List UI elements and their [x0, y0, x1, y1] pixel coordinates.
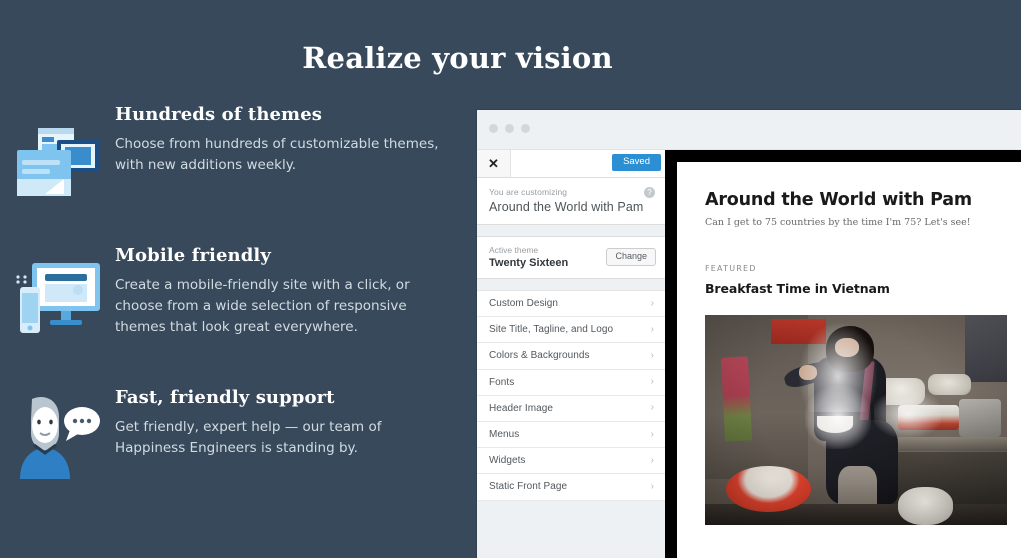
menu-item-label: Static Front Page — [489, 481, 568, 493]
feature-title: Mobile friendly — [115, 245, 271, 266]
chevron-right-icon: › — [650, 454, 654, 466]
feature-description: Create a mobile-friendly site with a cli… — [115, 277, 410, 335]
menu-item-label: Colors & Backgrounds — [489, 350, 590, 362]
feature-text-block: Hundreds of themes Choose from hundreds … — [115, 104, 455, 176]
sidebar-spacer — [477, 225, 665, 236]
menu-item-label: Site Title, Tagline, and Logo — [489, 324, 614, 336]
menu-item-label: Header Image — [489, 402, 553, 414]
menu-item-label: Widgets — [489, 455, 526, 467]
menu-item-label: Menus — [489, 429, 520, 441]
change-theme-button[interactable]: Change — [606, 248, 656, 266]
minimize-dot-icon[interactable] — [505, 124, 514, 133]
feature-description: Get friendly, expert help — our team of … — [115, 419, 382, 456]
sidebar-spacer-2 — [477, 279, 665, 290]
help-icon[interactable]: ? — [644, 187, 655, 198]
sidebar-item-fonts[interactable]: Fonts › — [477, 370, 665, 396]
sidebar-item-widgets[interactable]: Widgets › — [477, 448, 665, 475]
sidebar-item-header-image[interactable]: Header Image › — [477, 396, 665, 422]
featured-post-title[interactable]: Breakfast Time in Vietnam — [705, 281, 1021, 296]
menu-item-label: Custom Design — [489, 298, 559, 310]
chevron-right-icon: › — [650, 297, 654, 309]
sidebar-empty-area — [477, 500, 665, 558]
featured-label: FEATURED — [705, 264, 757, 273]
feature-description: Choose from hundreds of customizable the… — [115, 136, 439, 173]
chevron-right-icon: › — [650, 376, 654, 388]
chevron-right-icon: › — [650, 480, 654, 492]
customizer-topbar: ✕ Saved — [477, 150, 665, 178]
themes-browser-icon — [12, 110, 102, 200]
customizer-sidebar: ✕ Saved You are customizing Around the W… — [477, 150, 666, 558]
site-preview: Around the World with Pam Can I get to 7… — [677, 162, 1021, 558]
mobile-desktop-icon — [12, 251, 102, 341]
browser-chrome — [477, 110, 1021, 150]
chevron-right-icon: › — [650, 323, 654, 335]
customizing-site-section: You are customizing Around the World wit… — [477, 178, 665, 225]
promo-page: Realize your vision Hundreds of themes C… — [0, 0, 1021, 558]
feature-text-block: Mobile friendly Create a mobile-friendly… — [115, 245, 455, 338]
close-icon[interactable]: ✕ — [477, 150, 511, 177]
customizing-site-name: Around the World with Pam — [489, 200, 644, 214]
feature-title: Hundreds of themes — [115, 104, 322, 125]
support-person-chat-icon — [12, 393, 102, 483]
maximize-dot-icon[interactable] — [521, 124, 530, 133]
sidebar-item-static-front-page[interactable]: Static Front Page › — [477, 474, 665, 501]
chevron-right-icon: › — [650, 402, 654, 414]
sidebar-item-menus[interactable]: Menus › — [477, 422, 665, 449]
window-controls[interactable] — [489, 124, 530, 133]
featured-post-image — [705, 315, 1007, 525]
sidebar-item-colors-backgrounds[interactable]: Colors & Backgrounds › — [477, 343, 665, 370]
chevron-right-icon: › — [650, 349, 654, 361]
customizing-eyebrow: You are customizing — [489, 187, 568, 197]
feature-text-block: Fast, friendly support Get friendly, exp… — [115, 387, 455, 459]
browser-content: ✕ Saved You are customizing Around the W… — [477, 150, 1021, 558]
preview-site-title: Around the World with Pam — [705, 190, 972, 210]
sidebar-item-custom-design[interactable]: Custom Design › — [477, 291, 665, 318]
customizer-menu-list: Custom Design › Site Title, Tagline, and… — [477, 290, 665, 501]
close-dot-icon[interactable] — [489, 124, 498, 133]
active-theme-section: Active theme Twenty Sixteen Change — [477, 236, 665, 279]
sidebar-item-site-title[interactable]: Site Title, Tagline, and Logo › — [477, 317, 665, 344]
save-button[interactable]: Saved — [612, 154, 661, 171]
chevron-right-icon: › — [650, 428, 654, 440]
page-title: Realize your vision — [302, 41, 613, 76]
menu-item-label: Fonts — [489, 376, 515, 388]
feature-title: Fast, friendly support — [115, 387, 335, 408]
preview-device-frame: Around the World with Pam Can I get to 7… — [665, 150, 1021, 558]
preview-tagline: Can I get to 75 countries by the time I'… — [705, 217, 971, 228]
browser-window: ✕ Saved You are customizing Around the W… — [477, 110, 1021, 558]
